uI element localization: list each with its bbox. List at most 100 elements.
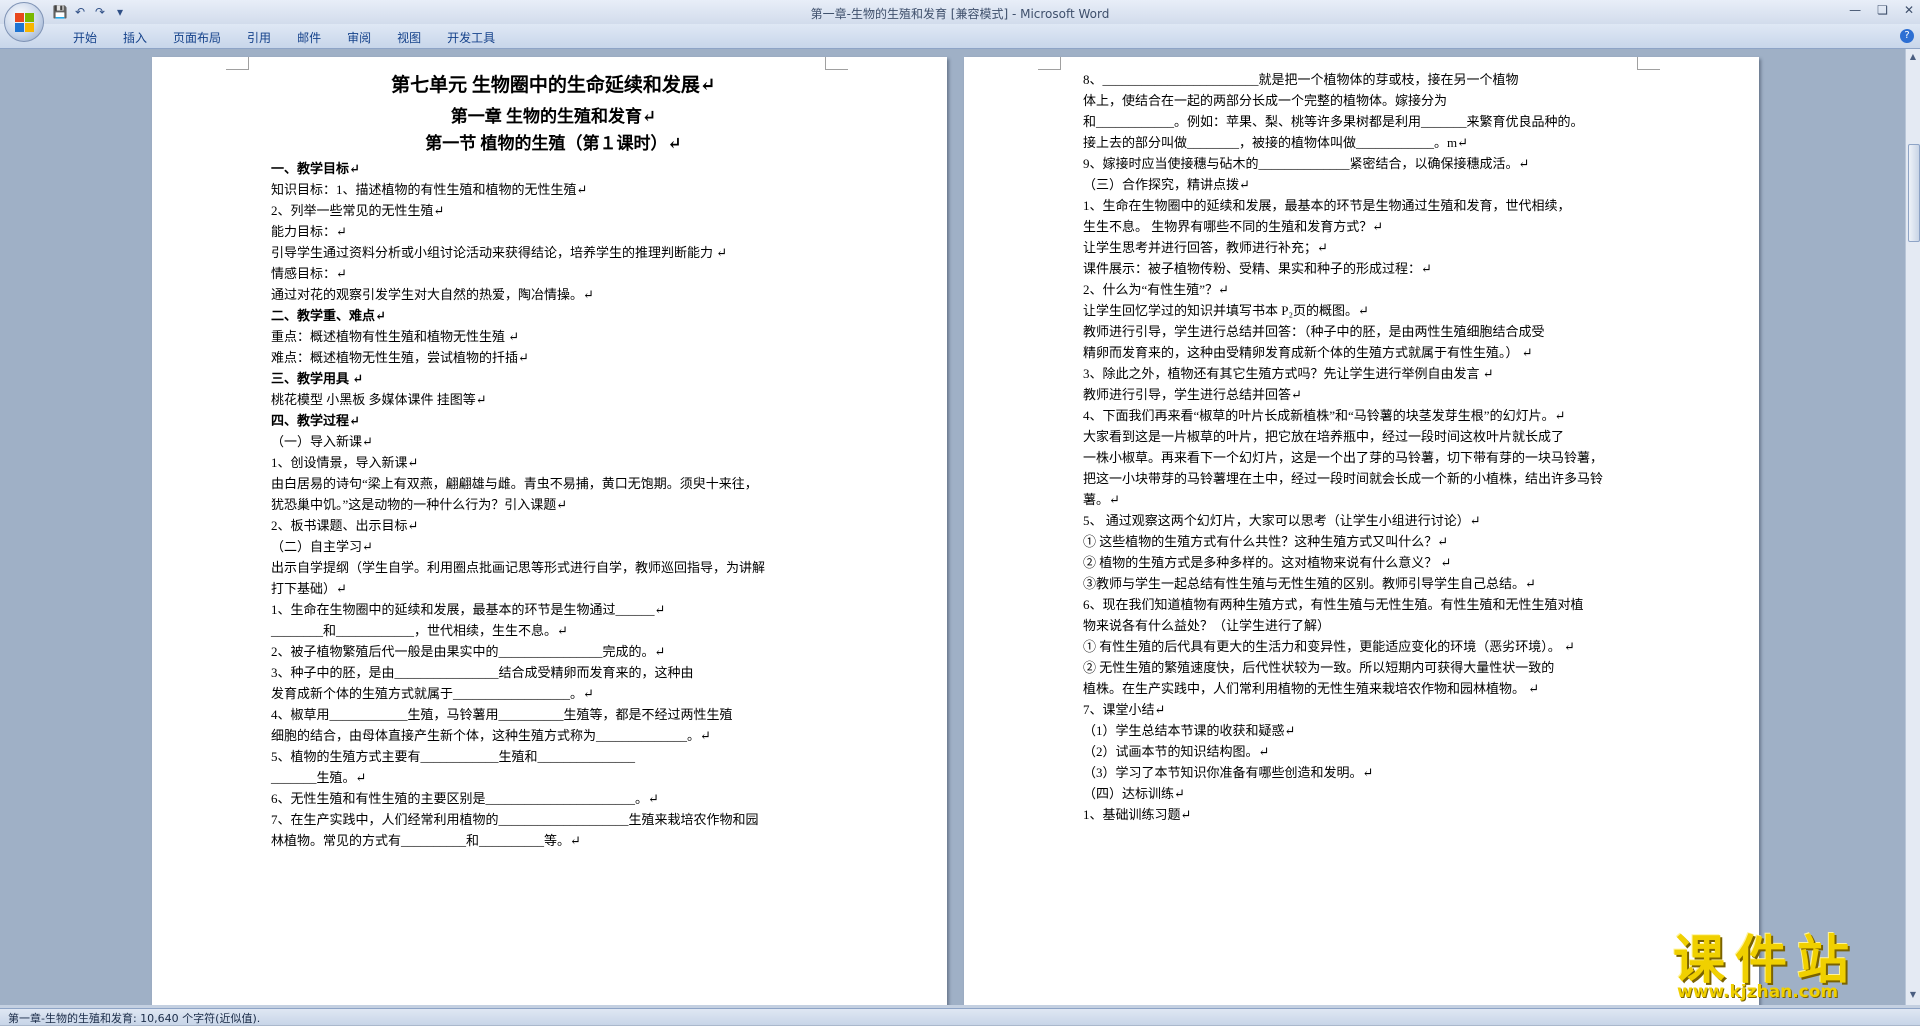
tab-home[interactable]: 开始 <box>60 29 110 47</box>
text-line: 1、生命在生物圈中的延续和发展，最基本的环节是生物通过______↵ <box>271 602 666 617</box>
text-line: 植株。在生产实践中，人们常利用植物的无性生殖来栽培农作物和园林植物。 ↵ <box>1083 681 1540 696</box>
text-line: 重点：概述植物有性生殖和植物无性生殖 ↵ <box>271 329 520 344</box>
ribbon: 开始 插入 页面布局 引用 邮件 审阅 视图 开发工具 ? <box>0 24 1920 49</box>
help-icon[interactable]: ? <box>1900 29 1914 43</box>
text-line: 2、什么为“有性生殖”？↵ <box>1083 282 1229 297</box>
text-line: 5、植物的生殖方式主要有____________生殖和_____________… <box>271 749 636 764</box>
text-line: 2、板书课题、出示目标↵ <box>271 518 419 533</box>
title-bar: 💾 ↶ ↷ ▾ 第一章-生物的生殖和发育 [兼容模式] - Microsoft … <box>0 0 1920 24</box>
text-line: 和____________。例如：苹果、梨、桃等许多果树都是利用_______来… <box>1083 114 1584 129</box>
tab-view[interactable]: 视图 <box>384 29 434 47</box>
vertical-scrollbar[interactable]: ▲ ▼ <box>1905 49 1920 1005</box>
text-line: 1、基础训练习题↵ <box>1083 807 1192 822</box>
document-page-2[interactable]: 8、________________________就是把一个植物体的芽或枝，接… <box>964 57 1759 1005</box>
text-line: 细胞的结合，由母体直接产生新个体，这种生殖方式称为______________。… <box>271 728 711 743</box>
word-count-status[interactable]: 第一章-生物的生殖和发育: 10,640 个字符(近似值). <box>8 1010 260 1026</box>
tab-insert[interactable]: 插入 <box>110 29 160 47</box>
text-line: 教师进行引导，学生进行总结并回答↵ <box>1083 387 1302 402</box>
text-line: 引导学生通过资料分析或小组讨论活动来获得结论，培养学生的推理判断能力 ↵ <box>271 245 728 260</box>
text-line: 第一节 植物的生殖（第１课时）↵ <box>425 134 682 153</box>
document-page-1[interactable]: 第七单元 生物圈中的生命延续和发展↵ 第一章 生物的生殖和发育↵ 第一节 植物的生殖… <box>152 57 947 1005</box>
text-line: 第一章 生物的生殖和发育↵ <box>450 107 657 126</box>
text-line: （1）学生总结本节课的收获和疑惑↵ <box>1083 723 1296 738</box>
text-line: ① 有性生殖的后代具有更大的生活力和变异性，更能适应变化的环境（恶劣环境）。 ↵ <box>1083 639 1575 654</box>
text-line: 林植物。常见的方式有__________和__________等。↵ <box>271 833 581 848</box>
text-line: 教师进行引导，学生进行总结并回答：（种子中的胚，是由两性生殖细胞结合成受 <box>1083 324 1545 339</box>
text-line: 犹恐巢中饥。”这是动物的一种什么行为？引入课题↵ <box>271 497 568 512</box>
text-line: 1、创设情景，导入新课↵ <box>271 455 419 470</box>
ribbon-tabs: 开始 插入 页面布局 引用 邮件 审阅 视图 开发工具 <box>60 29 508 47</box>
text-line: 体上，使结合在一起的两部分长成一个完整的植物体。嫁接分为 <box>1083 93 1448 108</box>
text-line: 知识目标：1、描述植物的有性生殖和植物的无性生殖↵ <box>271 182 588 197</box>
text-line: 4、椒草用____________生殖，马铃薯用__________生殖等，都是… <box>271 707 733 722</box>
text-line: 通过对花的观察引发学生对大自然的热爱，陶冶情操。↵ <box>271 287 594 302</box>
text-line: 三、教学用具 ↵ <box>271 371 364 386</box>
document-workspace[interactable]: 第七单元 生物圈中的生命延续和发展↵ 第一章 生物的生殖和发育↵ 第一节 植物的生殖… <box>0 49 1905 1005</box>
text-line: 第七单元 生物圈中的生命延续和发展↵ <box>391 75 716 96</box>
tab-page-layout[interactable]: 页面布局 <box>160 29 234 47</box>
text-line: 8、________________________就是把一个植物体的芽或枝，接… <box>1083 72 1519 87</box>
text-line: 二、教学重、难点↵ <box>271 308 386 323</box>
restore-icon[interactable]: ❏ <box>1877 3 1888 17</box>
scroll-up-icon[interactable]: ▲ <box>1908 51 1918 63</box>
text-line: 物来说各有什么益处？（让学生进行了解） <box>1083 618 1331 633</box>
text-line: 课件展示：被子植物传粉、受精、果实和种子的形成过程：↵ <box>1083 261 1432 276</box>
page-1-text[interactable]: 第七单元 生物圈中的生命延续和发展↵ 第一章 生物的生殖和发育↵ 第一节 植物的生殖… <box>271 69 836 851</box>
text-line: 薯。↵ <box>1083 492 1120 507</box>
office-logo-icon <box>15 13 34 32</box>
text-line: 6、现在我们知道植物有两种生殖方式，有性生殖与无性生殖。有性生殖和无性生殖对植 <box>1083 597 1584 612</box>
page-2-text[interactable]: 8、________________________就是把一个植物体的芽或枝，接… <box>1083 69 1643 825</box>
text-line: 接上去的部分叫做________，被接的植物体叫做____________。m↵ <box>1083 135 1469 150</box>
text-line: 3、种子中的胚，是由________________结合成受精卵而发育来的，这种… <box>271 665 694 680</box>
text-line: 难点：概述植物无性生殖，尝试植物的扦插↵ <box>271 350 529 365</box>
close-icon[interactable]: ✕ <box>1904 3 1914 17</box>
window-title: 第一章-生物的生殖和发育 [兼容模式] - Microsoft Word <box>810 7 1110 21</box>
text-line: 四、教学过程↵ <box>271 413 360 428</box>
text-line: 4、下面我们再来看“椒草的叶片长成新植株”和“马铃薯的块茎发芽生根”的幻灯片。↵ <box>1083 408 1566 423</box>
text-line: 3、除此之外，植物还有其它生殖方式吗？先让学生进行举例自由发言 ↵ <box>1083 366 1494 381</box>
margin-corner-mark <box>226 57 249 70</box>
text-line: （3）学习了本节知识你准备有哪些创造和发明。↵ <box>1083 765 1374 780</box>
text-line: 让学生回忆学过的知识并填写书本 P₂页的概图。↵ <box>1083 303 1369 318</box>
tab-mailings[interactable]: 邮件 <box>284 29 334 47</box>
text-line: ① 这些植物的生殖方式有什么共性？这种生殖方式又叫什么？↵ <box>1083 534 1449 549</box>
text-line: （三）合作探究，精讲点拨↵ <box>1083 177 1250 192</box>
text-line: （2）试画本节的知识结构图。↵ <box>1083 744 1270 759</box>
text-line: 精卵而发育来的，这种由受精卵发育成新个体的生殖方式就属于有性生殖。） ↵ <box>1083 345 1533 360</box>
text-line: （二）自主学习↵ <box>271 539 373 554</box>
tab-references[interactable]: 引用 <box>234 29 284 47</box>
text-line: 9、嫁接时应当使接穗与砧木的______________紧密结合，以确保接穗成活… <box>1083 156 1530 171</box>
text-line: 6、无性生殖和有性生殖的主要区别是_______________________… <box>271 791 659 806</box>
text-line: 一、教学目标↵ <box>271 161 360 176</box>
scroll-thumb[interactable] <box>1908 144 1920 242</box>
text-line: 大家看到这是一片椒草的叶片，把它放在培养瓶中，经过一段时间这枚叶片就长成了 <box>1083 429 1565 444</box>
scroll-down-icon[interactable]: ▼ <box>1908 989 1918 1001</box>
text-line: 打下基础）↵ <box>271 581 347 596</box>
text-line: 情感目标：↵ <box>271 266 347 281</box>
text-line: ② 植物的生殖方式是多种多样的。这对植物来说有什么意义？ ↵ <box>1083 555 1452 570</box>
status-bar: 第一章-生物的生殖和发育: 10,640 个字符(近似值). <box>0 1008 1920 1025</box>
text-line: （四）达标训练↵ <box>1083 786 1185 801</box>
text-line: 7、在生产实践中，人们经常利用植物的____________________生殖… <box>271 812 759 827</box>
text-line: 生生不息。 生物界有哪些不同的生殖和发育方式？↵ <box>1083 219 1384 234</box>
text-line: 让学生思考并进行回答，教师进行补充；↵ <box>1083 240 1328 255</box>
text-line: 7、课堂小结↵ <box>1083 702 1166 717</box>
text-line: 把这一小块带芽的马铃薯埋在土中，经过一段时间就会长成一个新的小植株，结出许多马铃 <box>1083 471 1604 486</box>
text-line: 5、 通过观察这两个幻灯片，大家可以思考（让学生小组进行讨论）↵ <box>1083 513 1481 528</box>
text-line: _______生殖。↵ <box>271 770 367 785</box>
margin-corner-mark <box>1038 57 1061 70</box>
text-line: 由白居易的诗句“梁上有双燕，翩翩雄与雌。青虫不易捕，黄口无饱期。须臾十来往， <box>271 476 758 491</box>
minimize-icon[interactable]: — <box>1849 3 1861 17</box>
text-line: 桃花模型 小黑板 多媒体课件 挂图等↵ <box>271 392 487 407</box>
watermark-url: www.kjzhan.com <box>1677 982 1839 1002</box>
text-line: 2、被子植物繁殖后代一般是由果实中的________________完成的。↵ <box>271 644 666 659</box>
text-line: 1、生命在生物圈中的延续和发展，最基本的环节是生物通过生殖和发育，世代相续， <box>1083 198 1571 213</box>
text-line: 2、列举一些常见的无性生殖↵ <box>271 203 445 218</box>
text-line: 一株小椒草。再来看下一个幻灯片，这是一个出了芽的马铃薯，切下带有芽的一块马铃薯， <box>1083 450 1604 465</box>
text-line: ③教师与学生一起总结有性生殖与无性生殖的区别。教师引导学生自己总结。↵ <box>1083 576 1536 591</box>
text-line: 能力目标：↵ <box>271 224 347 239</box>
tab-developer[interactable]: 开发工具 <box>434 29 508 47</box>
text-line: 出示自学提纲（学生自学。利用圈点批画记思等形式进行自学，教师巡回指导，为讲解 <box>271 560 766 575</box>
tab-review[interactable]: 审阅 <box>334 29 384 47</box>
office-button[interactable] <box>4 2 44 42</box>
